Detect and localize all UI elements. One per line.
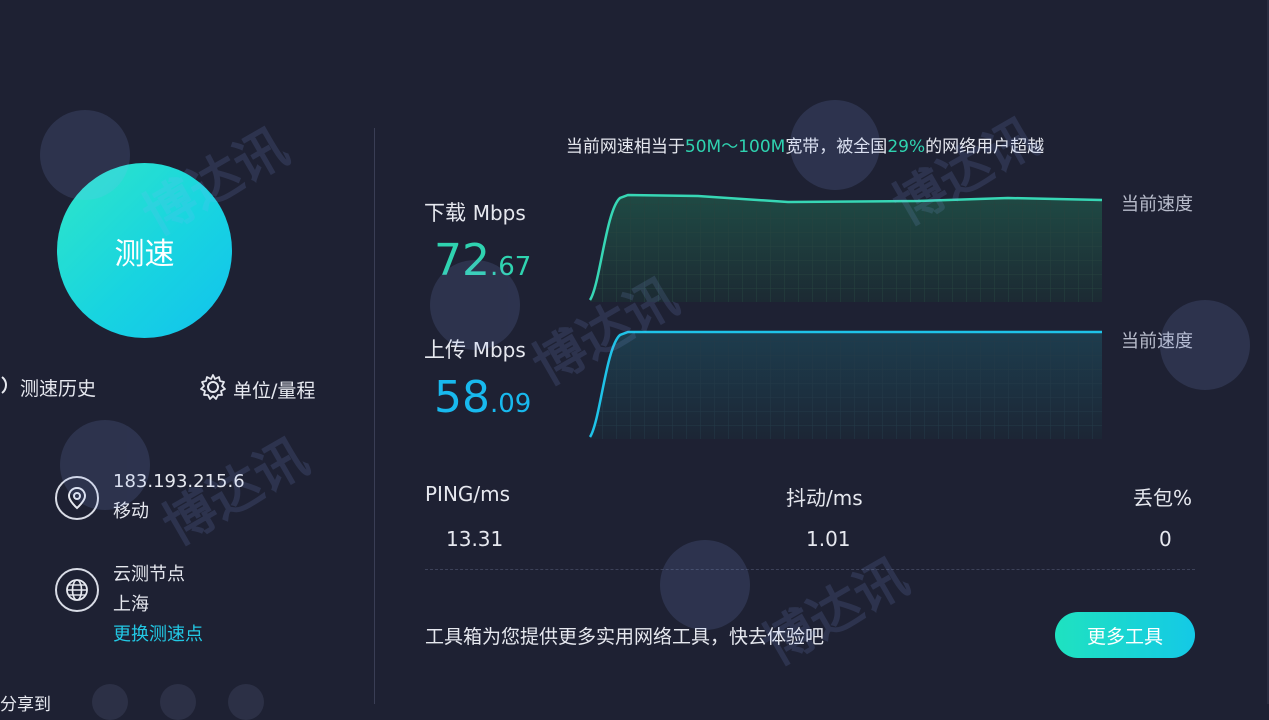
upload-current-label: 当前速度: [1121, 331, 1193, 352]
upload-label-text: 上传: [424, 338, 466, 362]
change-node-link[interactable]: 更换测速点: [113, 620, 203, 650]
history-icon: [0, 373, 14, 402]
summary-prefix: 当前网速相当于: [565, 137, 685, 157]
history-label: 测速历史: [20, 378, 97, 400]
download-unit: Mbps: [472, 201, 526, 225]
more-tools-button[interactable]: 更多工具: [1055, 612, 1195, 658]
location-pin-icon: [55, 476, 99, 520]
share-qq-icon[interactable]: [228, 684, 264, 720]
upload-speed-dec: .09: [490, 389, 532, 419]
more-tools-label: 更多工具: [1086, 625, 1163, 648]
upload-speed-int: 58: [434, 372, 490, 423]
download-chart: [588, 193, 1103, 302]
start-speedtest-button[interactable]: 测速: [57, 163, 232, 338]
share-label: 分享到: [0, 695, 51, 715]
upload-unit: Mbps: [472, 338, 526, 362]
jitter-value: 1.01: [806, 527, 851, 551]
node-label: 云测节点: [113, 564, 185, 585]
node-location: 上海: [113, 594, 149, 615]
units-settings-link[interactable]: 单位/量程: [199, 373, 315, 406]
speedtest-button-label: 测速: [114, 236, 175, 272]
units-settings-label: 单位/量程: [233, 380, 316, 402]
download-current-label: 当前速度: [1121, 194, 1193, 215]
summary-suffix: 的网络用户超越: [925, 137, 1045, 157]
gear-icon: [199, 373, 227, 406]
globe-icon: [55, 568, 99, 612]
ip-info: 183.193.215.6 移动: [113, 467, 245, 527]
ping-label: PING/ms: [425, 482, 511, 506]
watermark-logo-mark: [660, 540, 750, 630]
share-wechat-icon[interactable]: [92, 684, 128, 720]
panel-divider: [374, 128, 375, 704]
toolbox-promo: 工具箱为您提供更多实用网络工具，快去体验吧: [425, 626, 825, 648]
node-info: 云测节点 上海 更换测速点: [113, 560, 203, 650]
ip-address: 183.193.215.6: [113, 471, 245, 492]
ping-value: 13.31: [446, 527, 504, 551]
summary-bandwidth: 50M～100M: [684, 137, 786, 157]
upload-speed: 58.09: [434, 372, 531, 423]
share-weibo-icon[interactable]: [160, 684, 196, 720]
upload-label: 上传 Mbps: [424, 334, 526, 364]
jitter-label: 抖动/ms: [786, 486, 863, 510]
isp-name: 移动: [113, 501, 149, 522]
download-speed-int: 72: [434, 235, 490, 286]
history-link[interactable]: 测速历史: [0, 373, 96, 402]
download-speed-dec: .67: [490, 252, 532, 282]
upload-chart: [588, 330, 1102, 439]
summary-percent: 29%: [887, 137, 926, 157]
packet-loss-label: 丢包%: [1133, 486, 1193, 510]
download-label-text: 下载: [424, 201, 466, 225]
speed-summary: 当前网速相当于50M～100M宽带，被全国29%的网络用户超越: [380, 132, 1230, 157]
packet-loss-value: 0: [1159, 527, 1172, 551]
summary-middle: 宽带，被全国: [785, 137, 888, 157]
stats-divider: [425, 569, 1195, 570]
download-speed: 72.67: [434, 235, 531, 286]
watermark-logo-text: 博达讯: [753, 547, 919, 678]
download-label: 下载 Mbps: [424, 197, 526, 227]
